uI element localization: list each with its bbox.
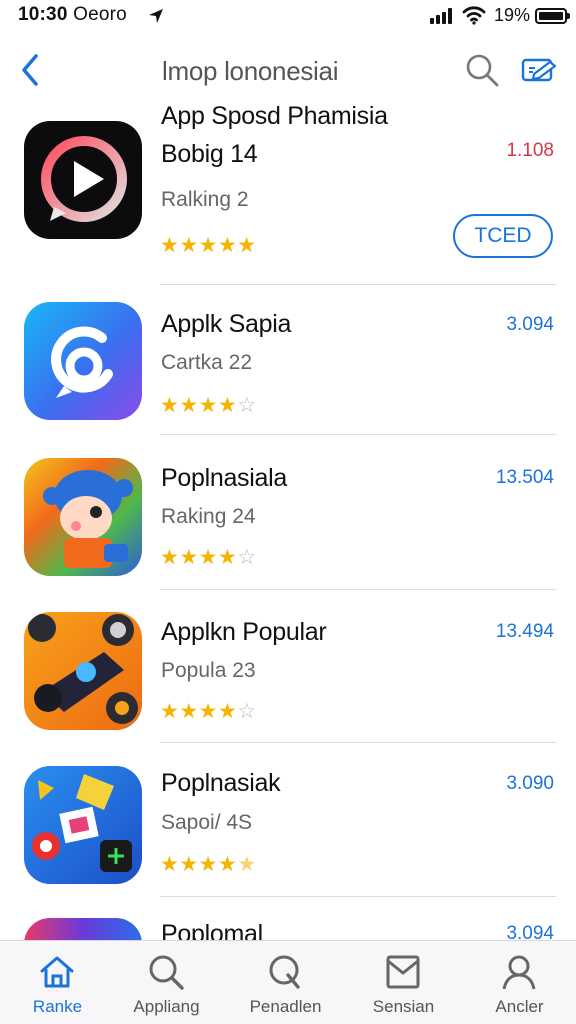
app-price: 13.504 — [495, 467, 554, 488]
star-rating: ★★★★☆ — [160, 546, 257, 569]
person-icon — [502, 955, 536, 990]
tab-label: Sensian — [372, 997, 435, 1016]
app-subtitle: Raking 24 — [161, 505, 256, 528]
star-rating: ★★★★★ — [160, 234, 257, 257]
get-button[interactable]: TCED — [453, 214, 553, 258]
back-button[interactable] — [14, 50, 48, 90]
nav-header: lmop lononesiai — [0, 40, 576, 102]
app-price: 3.094 — [506, 314, 554, 335]
home-icon — [40, 956, 74, 988]
location-arrow-icon — [149, 9, 163, 23]
battery-icon — [535, 8, 570, 24]
app-list-item[interactable]: Poplnasiala Raking 24 13.504 ★★★★☆ — [0, 444, 576, 594]
race-car-icon[interactable] — [24, 612, 142, 730]
app-subtitle: Ralking 2 — [161, 188, 249, 211]
app-subtitle: Popula 23 — [161, 659, 256, 682]
divider — [160, 589, 556, 590]
app-list-item[interactable]: Poplnasiak Sapoi/ 4S 3.090 ★★★★★ — [0, 752, 576, 902]
search-icon — [269, 955, 300, 989]
app-name: App Sposd Phamisia — [161, 102, 388, 130]
app-list-item[interactable]: Poplomal 3.094 — [0, 906, 576, 940]
play-chat-icon[interactable] — [24, 121, 142, 239]
app-list-item[interactable]: App Sposd Phamisia Bobig 14 Ralking 2 1.… — [0, 102, 576, 286]
app-list-item[interactable]: Applk Sapia Cartka 22 3.094 ★★★★☆ — [0, 290, 576, 440]
app-price: 13.494 — [495, 621, 554, 642]
tab-penadlen[interactable]: Penadlen — [228, 941, 343, 1024]
tab-sensian[interactable]: Sensian — [346, 941, 461, 1024]
status-bar: 10:30 Oeoro 19% — [0, 0, 576, 32]
divider — [160, 434, 556, 435]
divider — [160, 742, 556, 743]
inbox-icon — [386, 955, 420, 989]
tab-label: Ranke — [32, 997, 83, 1016]
status-time: 10:30 Oeoro — [18, 4, 127, 26]
star-rating: ★★★★☆ — [160, 394, 257, 417]
app-name: Poplnasiala — [161, 464, 287, 492]
star-rating: ★★★★★ — [160, 853, 257, 876]
app-price: 3.090 — [506, 773, 554, 794]
tab-appliang[interactable]: Appliang — [109, 941, 224, 1024]
search-icon — [149, 955, 184, 990]
app-name-line2: Bobig 14 — [161, 140, 258, 168]
tab-label: Ancler — [495, 997, 544, 1016]
divider — [160, 896, 556, 897]
status-carrier: Oeoro — [73, 4, 127, 25]
page-title: lmop lononesiai — [162, 56, 339, 86]
chat-swirl-icon[interactable] — [24, 302, 142, 420]
app-price: 1.108 — [506, 140, 554, 161]
app-list-item[interactable]: Applkn Popular Popula 23 13.494 ★★★★☆ — [0, 598, 576, 748]
battery-fill — [539, 12, 563, 20]
tab-ancler[interactable]: Ancler — [462, 941, 576, 1024]
app-name: Applk Sapia — [161, 310, 292, 338]
tab-label: Appliang — [133, 997, 200, 1016]
star-rating: ★★★★☆ — [160, 700, 257, 723]
status-clock: 10:30 — [18, 4, 68, 25]
app-name: Poplomal — [161, 920, 263, 940]
app-name: Poplnasiak — [161, 769, 281, 797]
wifi-icon — [462, 6, 486, 25]
app-name: Applkn Popular — [161, 618, 327, 646]
battery-percent: 19% — [494, 5, 531, 25]
tab-ranke[interactable]: Ranke — [0, 941, 115, 1024]
app-price: 3.094 — [506, 923, 554, 940]
search-button[interactable] — [464, 52, 500, 88]
partial-app-icon[interactable] — [24, 918, 142, 940]
tab-bar: Ranke Appliang Penadlen Sensian Ancler — [0, 940, 576, 1024]
divider — [160, 284, 556, 285]
cartoon-character-icon[interactable] — [24, 458, 142, 576]
app-subtitle: Sapoi/ 4S — [161, 811, 253, 834]
edit-button[interactable] — [520, 54, 560, 86]
tab-label: Penadlen — [249, 997, 322, 1016]
game-collage-icon[interactable] — [24, 766, 142, 884]
app-subtitle: Cartka 22 — [161, 351, 253, 374]
